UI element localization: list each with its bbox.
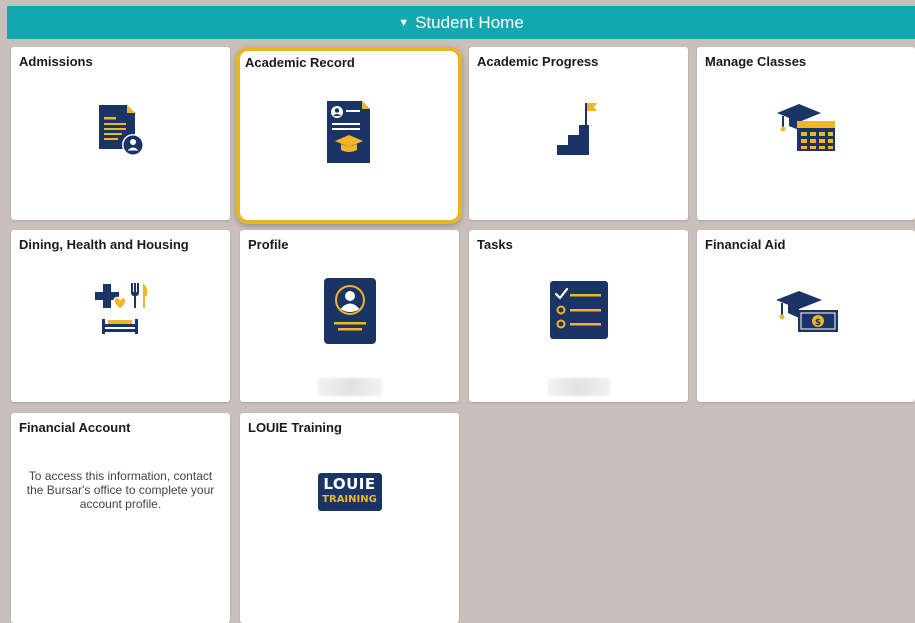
task-checklist-icon: [549, 281, 608, 339]
tile-title: Financial Account: [19, 420, 131, 435]
tile-academic-record[interactable]: Academic Record: [236, 47, 462, 224]
academic-record-icon: [327, 101, 370, 163]
tile-title: Academic Record: [245, 55, 355, 70]
logo-line-1: LOUIE: [323, 475, 376, 493]
tile-title: Dining, Health and Housing: [19, 237, 189, 252]
louie-training-logo: LOUIE TRAINING: [317, 473, 382, 511]
page-title: Student Home: [415, 12, 524, 32]
financial-account-message: To access this information, contact the …: [26, 469, 215, 511]
tile-financial-account[interactable]: Financial Account To access this informa…: [11, 413, 230, 623]
student-home-header[interactable]: ▼ Student Home: [7, 6, 915, 39]
tile-louie-training[interactable]: LOUIE Training LOUIE TRAINING: [240, 413, 459, 623]
tile-admissions[interactable]: Admissions: [11, 47, 230, 220]
staircase-flag-icon: [556, 103, 597, 155]
tile-title: Tasks: [477, 237, 513, 252]
tile-financial-aid[interactable]: Financial Aid $: [697, 230, 915, 402]
tile-title: Profile: [248, 237, 289, 252]
tile-grid: Admissions Academic Record Academic Prog…: [0, 39, 915, 623]
tile-academic-progress[interactable]: Academic Progress: [469, 47, 688, 220]
profile-card-icon: [323, 278, 376, 344]
tile-profile[interactable]: Profile: [240, 230, 459, 402]
tile-manage-classes[interactable]: Manage Classes: [697, 47, 915, 220]
tile-tasks[interactable]: Tasks: [469, 230, 688, 402]
svg-text:$: $: [815, 318, 821, 328]
tile-title: Admissions: [19, 54, 93, 69]
admissions-document-icon: [98, 105, 144, 156]
tile-title: Academic Progress: [477, 54, 599, 69]
health-dining-bed-icon: [94, 283, 147, 334]
redacted-name-placeholder: [317, 378, 382, 396]
tile-dining-health-housing[interactable]: Dining, Health and Housing: [11, 230, 230, 402]
tile-title: Manage Classes: [705, 54, 807, 69]
grad-cap-calendar-icon: [777, 104, 835, 151]
tile-title: LOUIE Training: [248, 420, 342, 435]
triangle-down-icon: ▼: [398, 16, 410, 29]
tile-title: Financial Aid: [705, 237, 786, 252]
grad-cap-money-icon: $: [776, 291, 838, 332]
logo-line-2: TRAINING: [322, 494, 377, 505]
redacted-count-placeholder: [547, 378, 610, 396]
